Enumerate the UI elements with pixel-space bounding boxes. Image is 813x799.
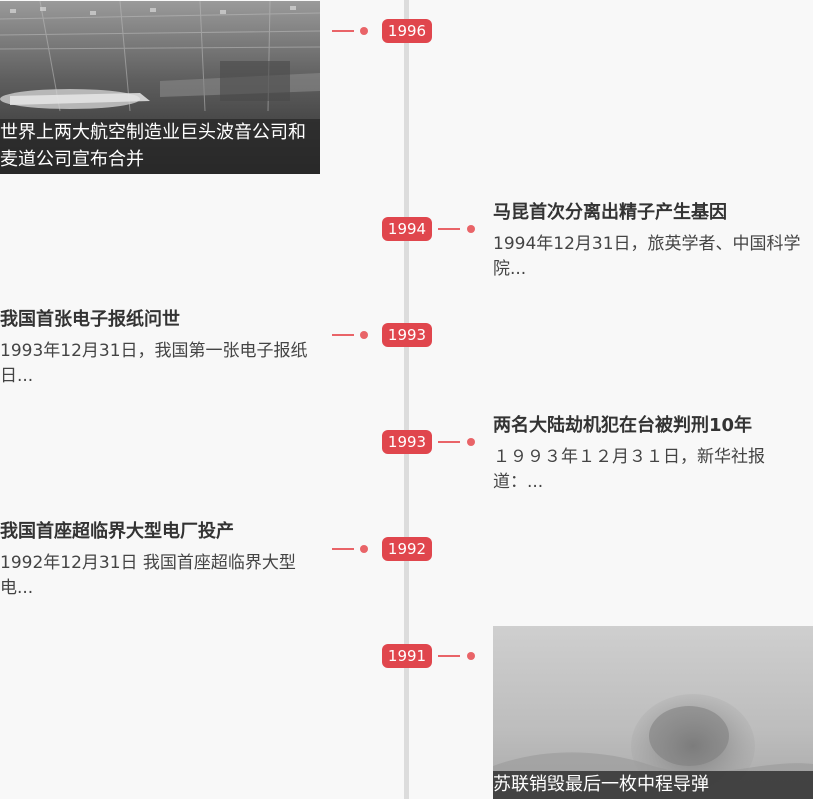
event-summary: 1993年12月31日，我国第一张电子报纸日... [0,341,308,386]
event-card-1994[interactable]: 马昆首次分离出精子产生基因 1994年12月31日，旅英学者、中国科学院... [493,200,813,282]
event-card-1993-b[interactable]: 两名大陆劫机犯在台被判刑10年 １９９３年１２月３１日，新华社报道：... [493,413,813,495]
connector [438,437,476,447]
event-summary: 1992年12月31日 我国首座超临界大型电... [0,553,296,598]
year-badge-1996[interactable]: 1996 [382,19,432,43]
event-title: 世界上两大航空制造业巨头波音公司和麦道公司宣布合并 [0,119,320,174]
event-card-1992[interactable]: 我国首座超临界大型电厂投产 1992年12月31日 我国首座超临界大型电... [0,519,322,601]
event-card-1991[interactable]: 苏联销毁最后一枚中程导弹 [493,626,813,799]
event-title: 我国首张电子报纸问世 [0,309,180,330]
year-badge-1991[interactable]: 1991 [382,644,432,668]
connector [332,330,370,340]
year-badge-1994[interactable]: 1994 [382,217,432,241]
year-badge-1993[interactable]: 1993 [382,430,432,454]
connector [332,26,370,36]
event-summary: １９９３年１２月３１日，新华社报道：... [493,447,765,492]
event-title: 苏联销毁最后一枚中程导弹 [493,771,813,799]
event-title: 马昆首次分离出精子产生基因 [493,202,727,223]
event-title: 两名大陆劫机犯在台被判刑10年 [493,415,753,436]
event-title: 我国首座超临界大型电厂投产 [0,521,234,542]
year-badge-1993[interactable]: 1993 [382,323,432,347]
event-card-1993-a[interactable]: 我国首张电子报纸问世 1993年12月31日，我国第一张电子报纸日... [0,307,322,389]
connector [332,544,370,554]
event-card-1996[interactable]: 世界上两大航空制造业巨头波音公司和麦道公司宣布合并 [0,1,320,174]
timeline: 世界上两大航空制造业巨头波音公司和麦道公司宣布合并 1996 1994 马昆首次… [0,0,813,799]
timeline-axis [404,0,409,799]
connector [438,224,476,234]
event-summary: 1994年12月31日，旅英学者、中国科学院... [493,234,801,279]
year-badge-1992[interactable]: 1992 [382,537,432,561]
connector [438,651,476,661]
